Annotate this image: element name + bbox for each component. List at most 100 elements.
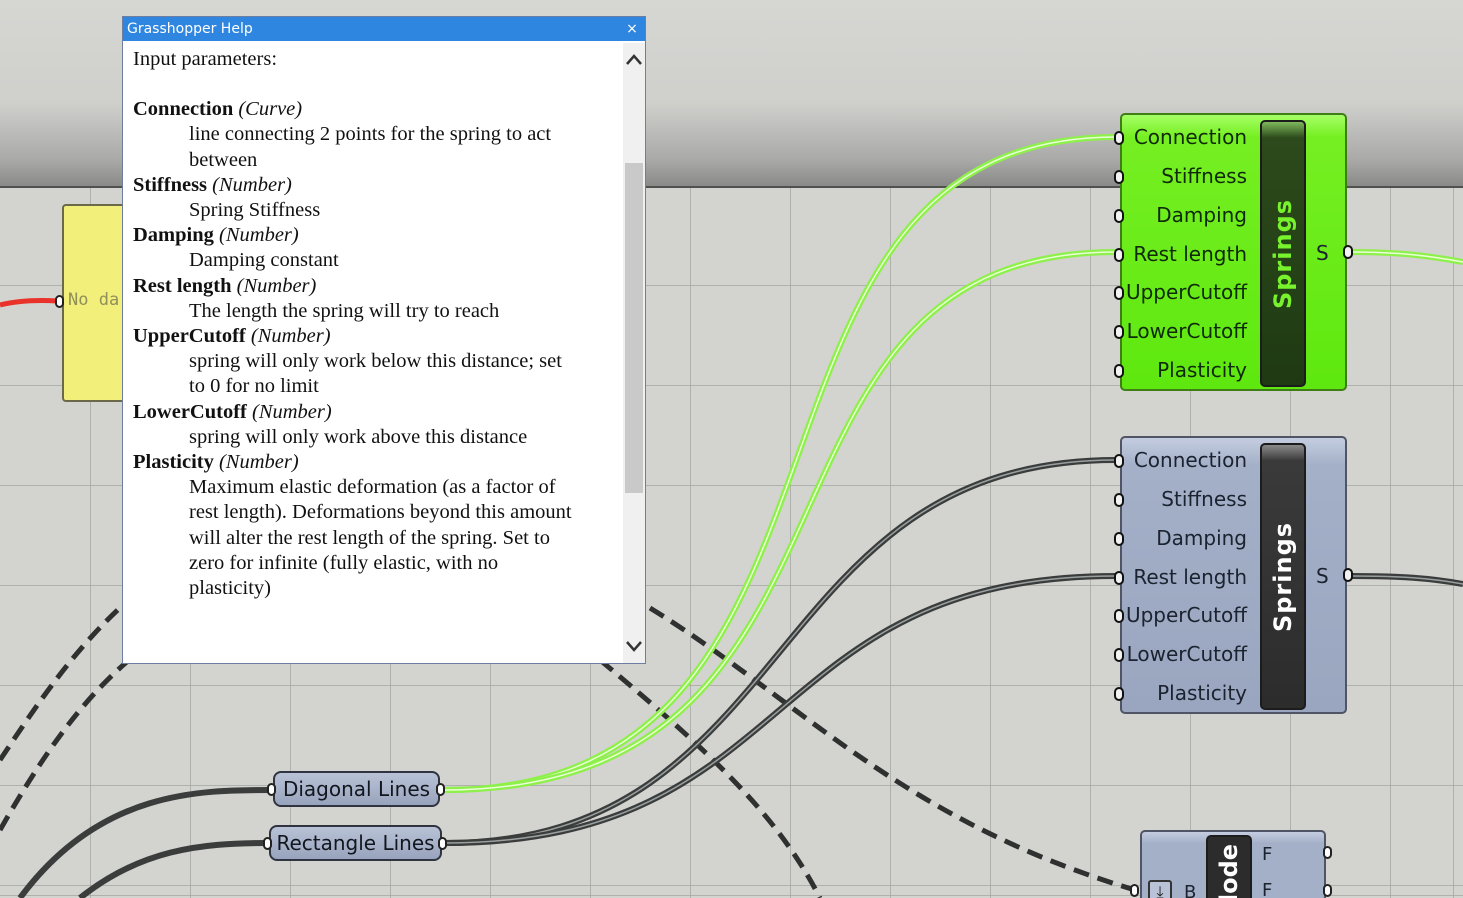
param-desc: will alter the rest length of the spring… bbox=[189, 526, 550, 549]
output-grip[interactable] bbox=[1323, 884, 1332, 897]
component-name: lode bbox=[1215, 843, 1243, 898]
input-grip[interactable] bbox=[1114, 209, 1124, 223]
help-scrollbar[interactable] bbox=[623, 43, 645, 663]
param-entry: Stiffness (Number) bbox=[133, 173, 613, 198]
input-plasticity[interactable]: Plasticity bbox=[1157, 681, 1247, 705]
input-grip[interactable] bbox=[1114, 131, 1124, 145]
input-grip[interactable] bbox=[1114, 609, 1124, 623]
input-grip[interactable] bbox=[1114, 364, 1124, 378]
help-heading: Input parameters: bbox=[133, 48, 278, 70]
input-grip[interactable] bbox=[1114, 454, 1124, 468]
input-grip[interactable] bbox=[1114, 325, 1124, 339]
input-lowercutoff[interactable]: LowerCutoff bbox=[1127, 319, 1247, 343]
input-grip[interactable] bbox=[1114, 532, 1124, 546]
help-title: Grasshopper Help bbox=[127, 21, 253, 37]
param-desc: The length the spring will try to reach bbox=[189, 299, 500, 322]
input-uppercutoff[interactable]: UpperCutoff bbox=[1126, 603, 1247, 627]
help-window[interactable]: Grasshopper Help × Input parameters: Con… bbox=[122, 16, 646, 664]
param-type: (Number) bbox=[250, 325, 331, 348]
param-entry: Plasticity (Number) bbox=[133, 450, 613, 475]
input-lowercutoff[interactable]: LowerCutoff bbox=[1127, 642, 1247, 666]
param-output-grip[interactable] bbox=[436, 783, 445, 796]
param-input-grip[interactable] bbox=[263, 837, 272, 850]
input-stiffness[interactable]: Stiffness bbox=[1161, 487, 1247, 511]
input-rest-length[interactable]: Rest length bbox=[1133, 242, 1247, 266]
grasshopper-canvas[interactable]: No da Connection Stiffness Damping Rest … bbox=[0, 0, 1463, 898]
output-grip[interactable] bbox=[1323, 846, 1332, 859]
yellow-panel-text: No da bbox=[68, 290, 120, 310]
input-connection[interactable]: Connection bbox=[1134, 125, 1247, 149]
param-desc: rest length). Deformations beyond this a… bbox=[189, 501, 572, 524]
input-grip[interactable] bbox=[1114, 248, 1124, 262]
param-entry: LowerCutoff (Number) bbox=[133, 400, 613, 425]
param-desc: plasticity) bbox=[189, 577, 271, 600]
param-type: (Number) bbox=[236, 274, 317, 297]
output-grip[interactable] bbox=[1343, 568, 1353, 582]
wire bbox=[78, 840, 267, 898]
component-name: Springs bbox=[1269, 198, 1297, 309]
component-name-bar[interactable]: lode bbox=[1206, 835, 1252, 898]
input-grip[interactable] bbox=[1130, 884, 1139, 897]
input-uppercutoff[interactable]: UpperCutoff bbox=[1126, 280, 1247, 304]
dashed-wire bbox=[0, 588, 142, 762]
panel-input-grip[interactable] bbox=[55, 295, 64, 308]
arrow-down-icon[interactable]: ⤓ bbox=[1148, 880, 1172, 898]
input-b-label: B bbox=[1184, 882, 1197, 898]
input-grip[interactable] bbox=[1114, 493, 1124, 507]
springs-component[interactable]: Connection Stiffness Damping Rest length… bbox=[1114, 436, 1353, 714]
param-desc: Maximum elastic deformation (as a factor… bbox=[189, 476, 556, 499]
param-desc: spring will only work above this distanc… bbox=[189, 425, 528, 448]
param-entry: Damping (Number) bbox=[133, 223, 613, 248]
param-output-grip[interactable] bbox=[438, 837, 447, 850]
param-entry: UpperCutoff (Number) bbox=[133, 324, 613, 349]
param-type: (Number) bbox=[219, 224, 299, 247]
close-icon[interactable]: × bbox=[625, 17, 639, 41]
component-name-bar[interactable]: Springs bbox=[1260, 443, 1306, 710]
output-s-label: S bbox=[1316, 241, 1329, 265]
input-damping[interactable]: Damping bbox=[1156, 526, 1247, 550]
param-desc: to 0 for no limit bbox=[189, 375, 319, 398]
output-s-label: S bbox=[1316, 564, 1329, 588]
diagonal-lines-param[interactable]: Diagonal Lines bbox=[273, 771, 440, 807]
param-name: Stiffness bbox=[133, 173, 208, 196]
param-name: Damping bbox=[133, 224, 214, 247]
dashed-wire bbox=[598, 658, 823, 898]
param-entry: Connection (Curve) bbox=[133, 97, 613, 122]
chevron-down-icon[interactable] bbox=[623, 633, 645, 659]
output-grip[interactable] bbox=[1343, 245, 1353, 259]
scrollbar-thumb[interactable] bbox=[625, 163, 643, 493]
component-name-bar[interactable]: Springs bbox=[1260, 120, 1306, 387]
input-grip[interactable] bbox=[1114, 687, 1124, 701]
node-component-partial[interactable]: ⤓ B lode F F bbox=[1140, 830, 1326, 898]
input-grip[interactable] bbox=[1114, 648, 1124, 662]
input-grip[interactable] bbox=[1114, 170, 1124, 184]
param-name: Plasticity bbox=[133, 451, 214, 474]
help-content: Input parameters: Connection (Curve) lin… bbox=[133, 47, 613, 601]
param-name: Rest length bbox=[133, 274, 232, 297]
input-grip[interactable] bbox=[1114, 286, 1124, 300]
output-f-label: F bbox=[1262, 880, 1273, 898]
param-entry: Rest length (Number) bbox=[133, 274, 613, 299]
input-grip[interactable] bbox=[1114, 571, 1124, 585]
dashed-wire bbox=[0, 653, 137, 832]
rectangle-lines-param[interactable]: Rectangle Lines bbox=[269, 825, 442, 861]
param-type: (Number) bbox=[252, 400, 332, 423]
param-type: (Curve) bbox=[238, 98, 303, 121]
input-damping[interactable]: Damping bbox=[1156, 203, 1247, 227]
param-desc: spring will only work below this distanc… bbox=[189, 350, 562, 373]
input-plasticity[interactable]: Plasticity bbox=[1157, 358, 1247, 382]
param-input-grip[interactable] bbox=[267, 783, 276, 796]
dashed-wire bbox=[648, 605, 1136, 893]
param-desc: zero for infinite (fully elastic, with n… bbox=[189, 551, 499, 574]
input-stiffness[interactable]: Stiffness bbox=[1161, 164, 1247, 188]
input-rest-length[interactable]: Rest length bbox=[1133, 565, 1247, 589]
chevron-up-icon[interactable] bbox=[623, 47, 645, 73]
help-title-bar[interactable]: Grasshopper Help bbox=[123, 17, 645, 41]
input-connection[interactable]: Connection bbox=[1134, 448, 1247, 472]
param-type: (Number) bbox=[218, 451, 299, 474]
param-name: UpperCutoff bbox=[133, 325, 246, 348]
param-desc: between bbox=[189, 148, 258, 171]
springs-component-selected[interactable]: Connection Stiffness Damping Rest length… bbox=[1114, 113, 1353, 391]
param-desc: Damping constant bbox=[189, 249, 339, 272]
param-desc: line connecting 2 points for the spring … bbox=[189, 123, 552, 146]
